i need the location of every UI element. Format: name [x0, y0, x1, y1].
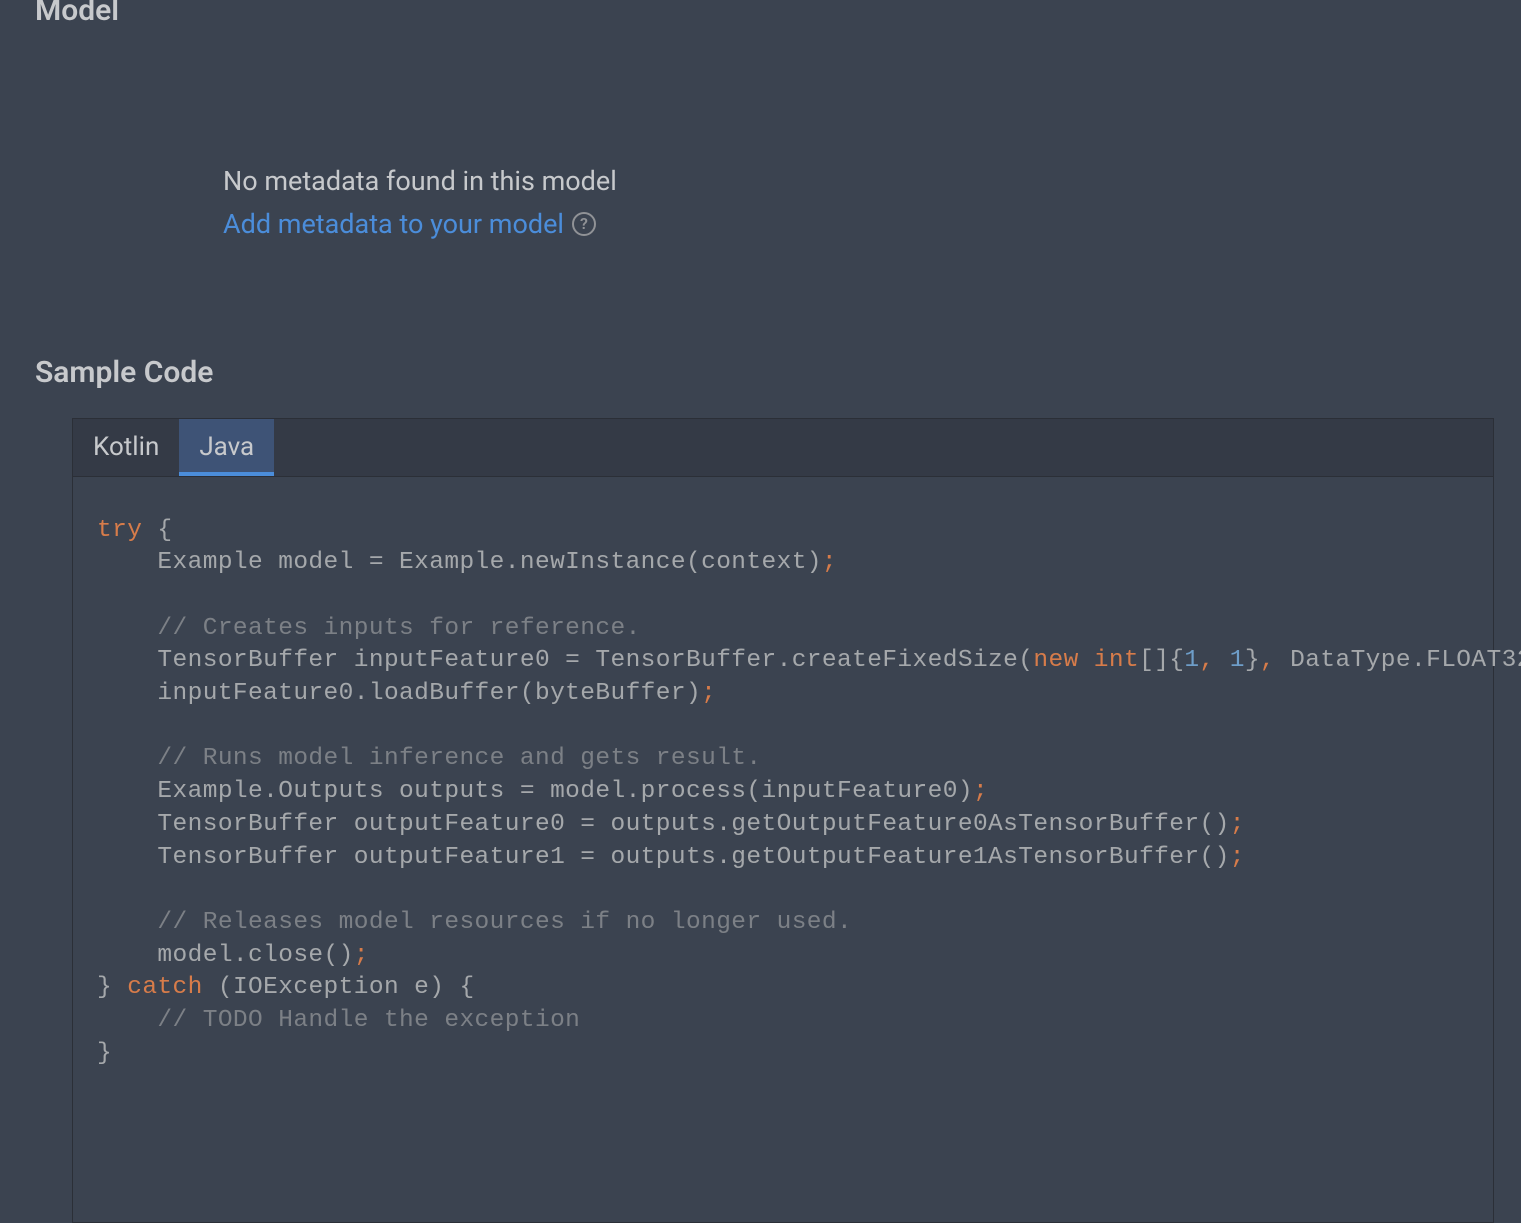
code-comment: // Creates inputs for reference. [97, 615, 641, 642]
code-block[interactable]: try { Example model = Example.newInstanc… [73, 477, 1493, 1223]
code-container: Kotlin Java try { Example model = Exampl… [72, 418, 1494, 1223]
add-metadata-link-text: Add metadata to your model [223, 208, 564, 240]
punct-semicolon: ; [822, 549, 837, 576]
code-text: TensorBuffer outputFeature1 = outputs.ge… [97, 844, 1230, 871]
code-comment: // Releases model resources if no longer… [97, 909, 852, 936]
code-number: 1 [1230, 647, 1245, 674]
code-text: DataType.FLOAT32) [1275, 647, 1521, 674]
tab-kotlin[interactable]: Kotlin [73, 419, 179, 476]
punct-comma: , [1260, 647, 1275, 674]
keyword-try: try [97, 517, 142, 544]
code-text: { [142, 517, 172, 544]
code-text: } [1245, 647, 1260, 674]
help-icon[interactable]: ? [572, 212, 596, 236]
code-comment: // TODO Handle the exception [97, 1007, 580, 1034]
metadata-block: No metadata found in this model Add meta… [0, 26, 1521, 240]
model-heading: Model [0, 0, 1521, 26]
punct-semicolon: ; [973, 778, 988, 805]
code-text [1079, 647, 1094, 674]
tab-bar: Kotlin Java [73, 419, 1493, 477]
keyword-new: new [1033, 647, 1078, 674]
code-text: inputFeature0.loadBuffer(byteBuffer) [97, 680, 701, 707]
tab-java[interactable]: Java [179, 419, 274, 476]
punct-semicolon: ; [354, 942, 369, 969]
punct-semicolon: ; [701, 680, 716, 707]
code-number: 1 [1184, 647, 1199, 674]
punct-comma: , [1200, 647, 1215, 674]
code-text: []{ [1139, 647, 1184, 674]
sample-code-heading: Sample Code [0, 358, 1521, 388]
punct-semicolon: ; [1230, 811, 1245, 838]
code-text: Example.Outputs outputs = model.process(… [97, 778, 973, 805]
code-text [1215, 647, 1230, 674]
code-text: Example model = Example.newInstance(cont… [97, 549, 822, 576]
metadata-not-found-text: No metadata found in this model [223, 161, 1521, 202]
code-text: model.close() [97, 942, 354, 969]
keyword-int: int [1094, 647, 1139, 674]
code-text: TensorBuffer outputFeature0 = outputs.ge… [97, 811, 1230, 838]
code-text: (IOException e) { [203, 974, 475, 1001]
keyword-catch: catch [127, 974, 203, 1001]
punct-semicolon: ; [1230, 844, 1245, 871]
code-text: } [97, 1040, 112, 1067]
code-text: TensorBuffer inputFeature0 = TensorBuffe… [97, 647, 1033, 674]
add-metadata-link[interactable]: Add metadata to your model ? [223, 208, 596, 240]
code-comment: // Runs model inference and gets result. [97, 745, 762, 772]
code-text: } [97, 974, 112, 1001]
